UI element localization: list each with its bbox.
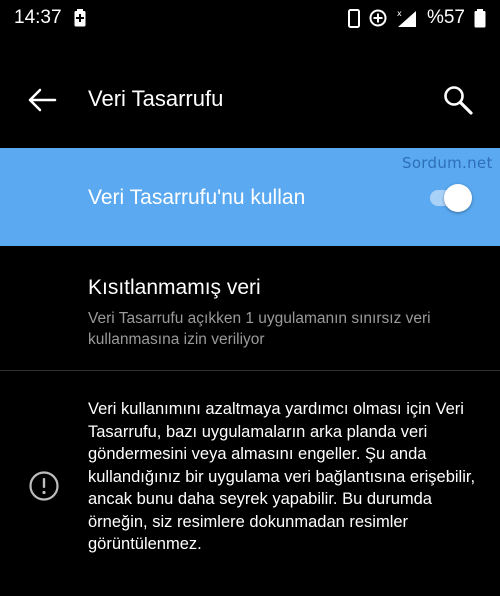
search-button[interactable]	[440, 82, 476, 118]
app-bar: Veri Tasarrufu	[0, 60, 500, 140]
signal-icon: x	[396, 8, 418, 28]
info-text: Veri kullanımını azaltmaya yardımcı olma…	[88, 400, 476, 553]
watermark: Sordum.net	[402, 154, 493, 172]
toggle-thumb	[444, 184, 472, 212]
svg-text:x: x	[397, 9, 402, 18]
info-footer: Veri kullanımını azaltmaya yardımcı olma…	[0, 388, 500, 588]
status-bar: 14:37 x %57	[0, 0, 500, 36]
page-title: Veri Tasarrufu	[88, 86, 224, 111]
battery-saver-icon	[74, 9, 86, 27]
master-switch-label: Veri Tasarrufu'nu kullan	[88, 186, 306, 209]
back-button[interactable]	[26, 84, 58, 116]
search-icon	[444, 86, 473, 115]
data-saver-toggle[interactable]	[428, 184, 472, 212]
arrow-left-icon	[28, 88, 57, 112]
clock: 14:37	[14, 7, 62, 28]
unrestricted-data-summary: Veri Tasarrufu açıkken 1 uygulamanın sın…	[88, 310, 431, 348]
data-saver-icon	[369, 9, 387, 27]
info-icon	[29, 471, 59, 501]
battery-percent: %57	[426, 7, 465, 28]
unrestricted-data-title: Kısıtlanmamış veri	[88, 276, 261, 299]
divider	[0, 370, 500, 371]
status-bar-right: x %57	[347, 7, 486, 29]
unrestricted-data-item[interactable]: Kısıtlanmamış veri Veri Tasarrufu açıkke…	[0, 262, 500, 362]
phone-icon	[347, 8, 360, 28]
status-bar-left: 14:37	[14, 7, 86, 29]
data-saver-master-switch-row[interactable]: Sordum.net Veri Tasarrufu'nu kullan	[0, 148, 500, 246]
battery-icon	[474, 8, 486, 28]
